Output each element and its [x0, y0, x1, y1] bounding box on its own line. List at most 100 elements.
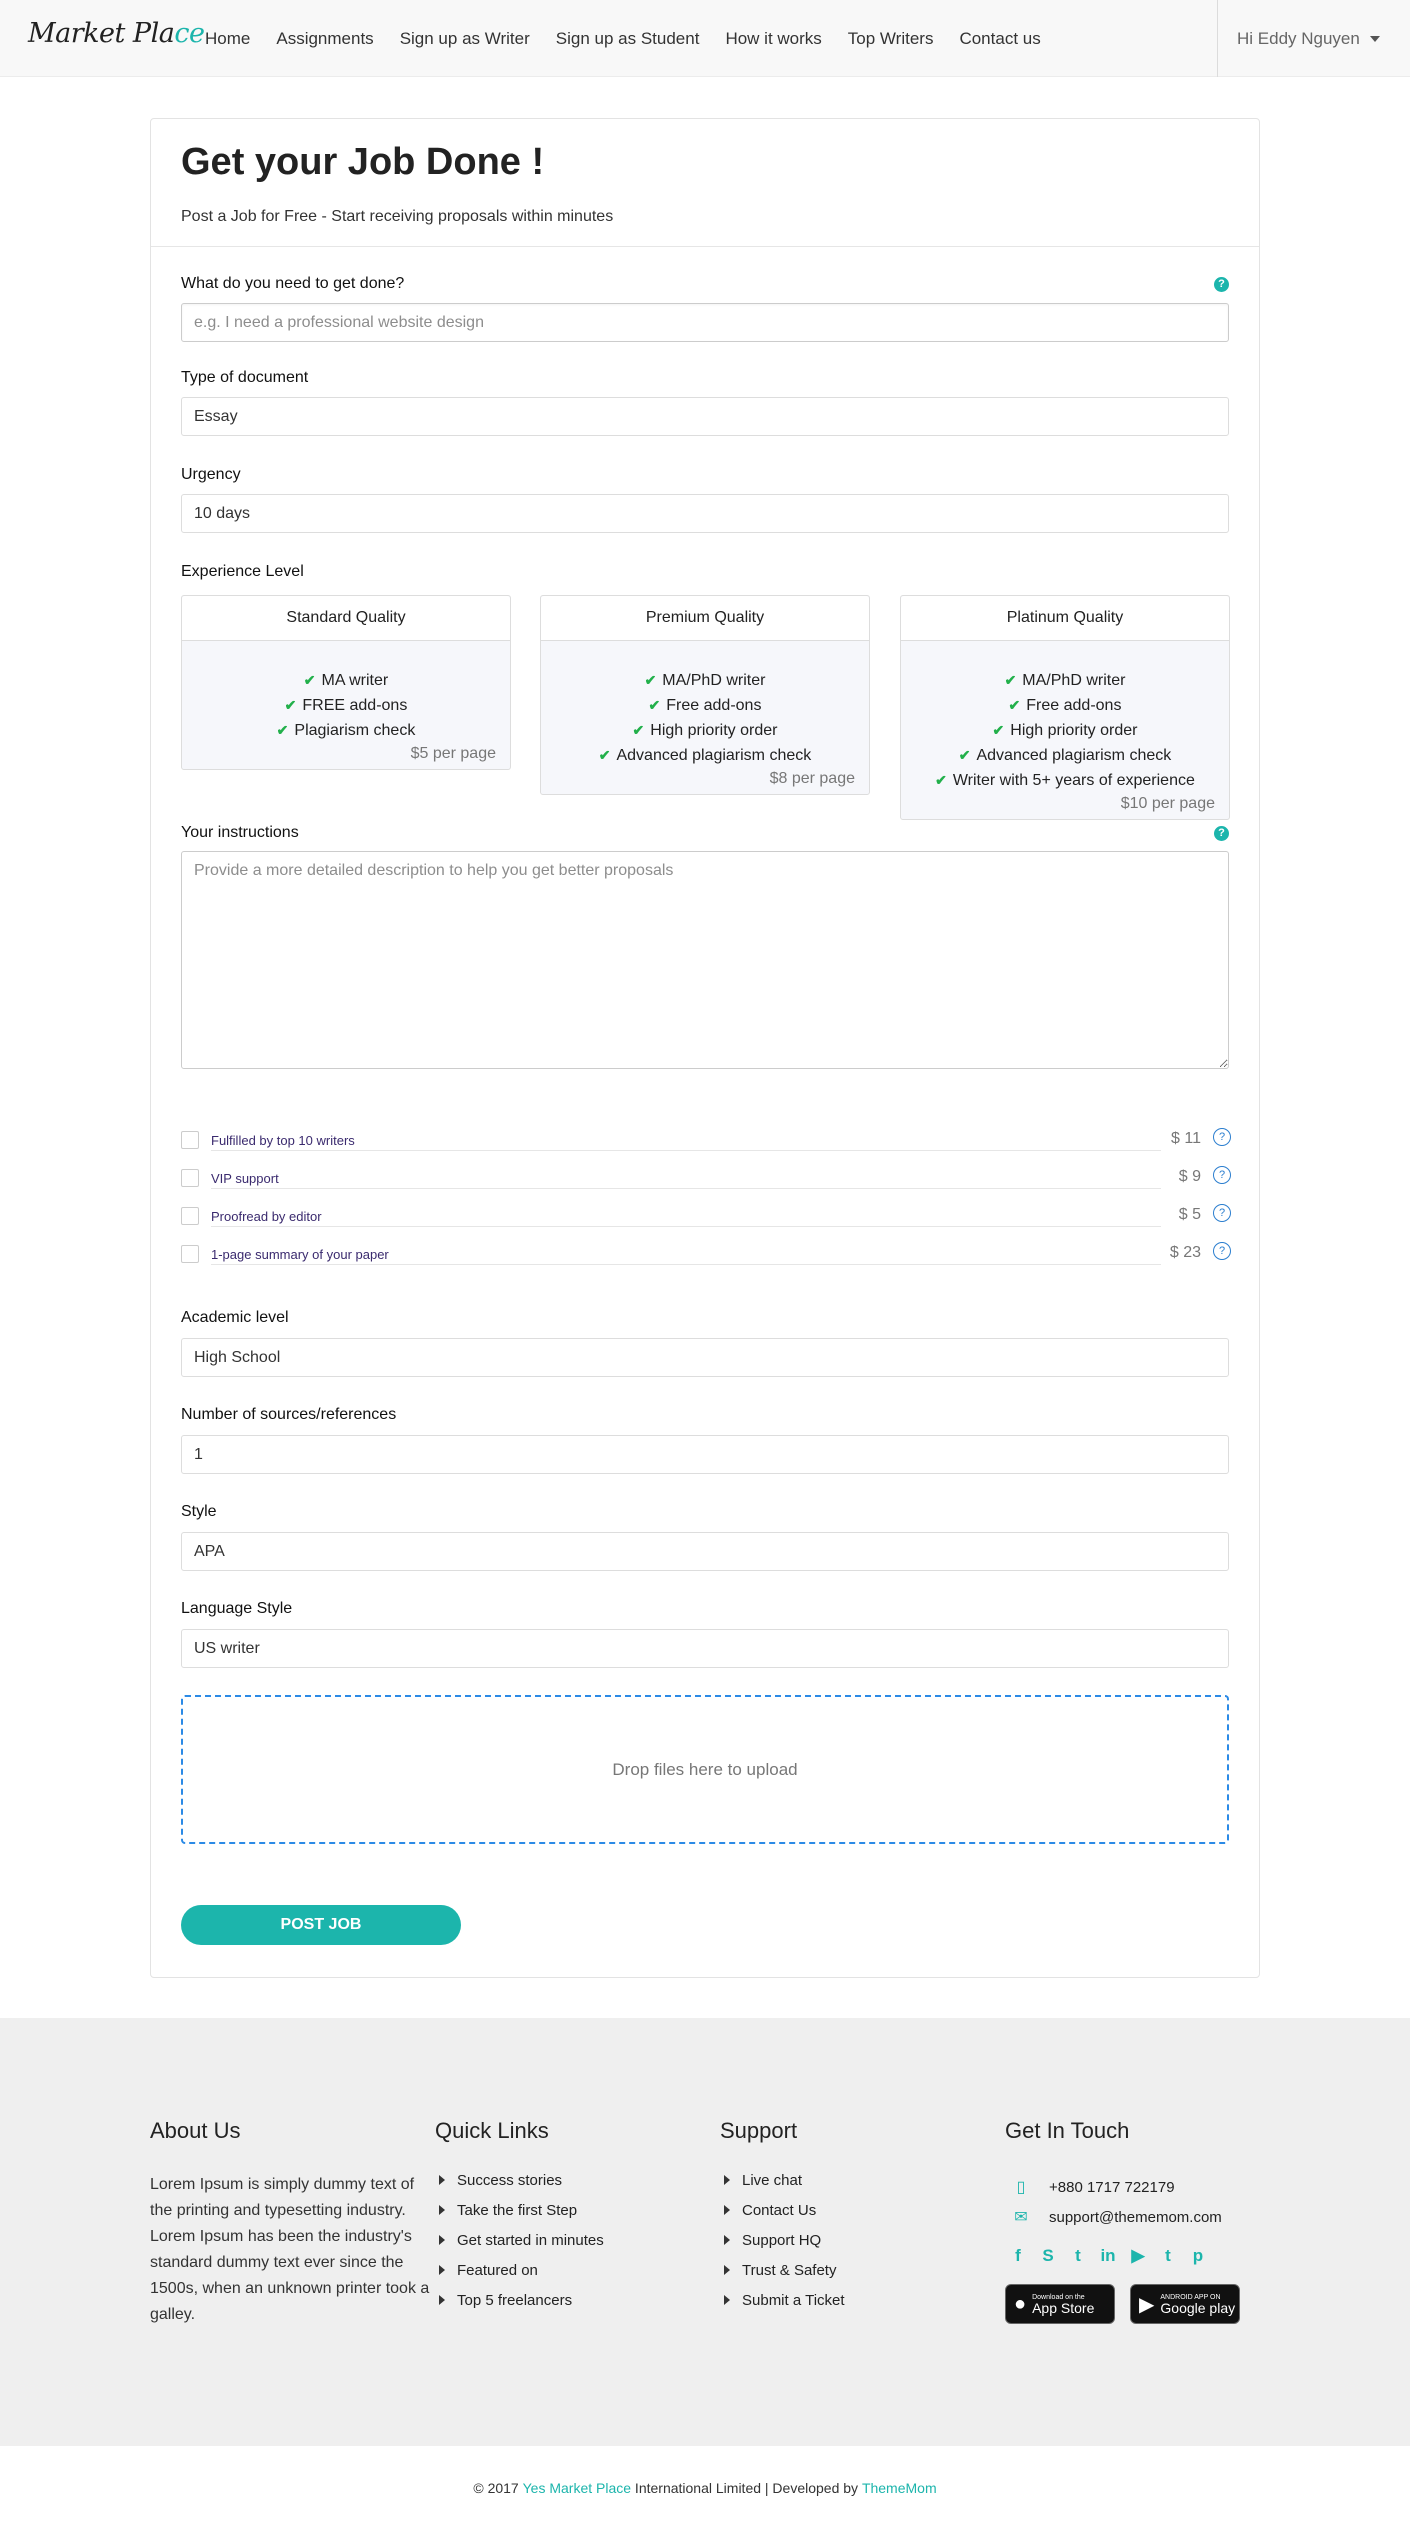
linkedin-icon[interactable]: in [1099, 2246, 1117, 2266]
app-store-badge[interactable]: ● Download on the App Store [1005, 2284, 1115, 2324]
check-icon: ✔ [958, 747, 971, 763]
check-icon: ✔ [935, 772, 947, 788]
quality-option-standard[interactable]: Standard Quality ✔ MA writer ✔ FREE add-on… [181, 595, 511, 770]
google-play-badge[interactable]: ▶ ANDROID APP ON Google play [1130, 2284, 1240, 2324]
copyright-dev-link[interactable]: ThemeMom [862, 2480, 937, 2496]
question-icon[interactable]: ? [1213, 1128, 1231, 1146]
addon-checkbox[interactable] [181, 1207, 199, 1225]
caret-right-icon [724, 2295, 730, 2305]
question-icon[interactable]: ? [1213, 1242, 1231, 1260]
file-dropzone[interactable]: Drop files here to upload [181, 1695, 1229, 1844]
job-title-input[interactable] [181, 303, 1229, 342]
addon-row: Proofread by editor $ 5 ? [181, 1203, 1231, 1227]
nav-how-it-works[interactable]: How it works [712, 29, 834, 49]
nav-home[interactable]: Home [192, 29, 263, 49]
caret-down-icon [1369, 35, 1380, 42]
nav-assignments[interactable]: Assignments [263, 29, 386, 49]
footer-link[interactable]: Take the first Step [435, 2202, 604, 2232]
copyright-brand-link[interactable]: Yes Market Place [523, 2480, 631, 2496]
nav-top-writers[interactable]: Top Writers [835, 29, 947, 49]
footer-contact-title: Get In Touch [1005, 2118, 1130, 2143]
addon-name: Fulfilled by top 10 writers [211, 1133, 363, 1148]
quality-feature: ✔ FREE add-ons [284, 697, 408, 714]
footer-link[interactable]: Submit a Ticket [720, 2292, 845, 2322]
quality-feature: ✔ Writer with 5+ years of experience [935, 772, 1195, 789]
footer-contact: Get In Touch ▯ +880 1717 722179 ✉ support@… [1005, 2118, 1240, 2324]
check-icon: ✔ [1008, 697, 1021, 713]
footer-link[interactable]: Support HQ [720, 2232, 845, 2262]
help-icon[interactable]: ? [1214, 826, 1229, 841]
caret-right-icon [439, 2295, 445, 2305]
addon-checkbox[interactable] [181, 1169, 199, 1187]
pinterest-icon[interactable]: p [1189, 2246, 1207, 2266]
user-menu[interactable]: Hi Eddy Nguyen [1217, 0, 1410, 77]
urgency-select[interactable]: 10 days [181, 494, 1229, 533]
check-icon: ✔ [303, 672, 316, 688]
footer-link[interactable]: Contact Us [720, 2202, 845, 2232]
footer-link[interactable]: Get started in minutes [435, 2232, 604, 2262]
instructions-label: Your instructions [181, 824, 299, 841]
quality-name: Premium Quality [541, 596, 869, 641]
user-greeting: Hi Eddy Nguyen [1237, 28, 1360, 48]
footer-link[interactable]: Featured on [435, 2262, 604, 2292]
language-style-label: Language Style [181, 1600, 293, 1617]
youtube-icon[interactable]: ▶ [1129, 2246, 1147, 2266]
addon-checkbox[interactable] [181, 1131, 199, 1149]
top-navbar: Market Place Home Assignments Sign up as… [0, 0, 1410, 77]
sources-select[interactable]: 1 [181, 1435, 1229, 1474]
footer-link[interactable]: Live chat [720, 2172, 845, 2202]
quality-price: $8 per page [769, 770, 855, 787]
quality-feature: ✔ Free add-ons [648, 697, 762, 714]
caret-right-icon [439, 2205, 445, 2215]
twitter-icon[interactable]: t [1069, 2246, 1087, 2266]
app-store-badges: ● Download on the App Store ▶ ANDROID APP… [1005, 2284, 1240, 2324]
quality-name: Standard Quality [182, 596, 510, 641]
skype-icon[interactable]: S [1039, 2246, 1057, 2266]
nav-signup-writer[interactable]: Sign up as Writer [387, 29, 543, 49]
quality-option-platinum[interactable]: Platinum Quality ✔ MA/PhD writer ✔ Free ad… [900, 595, 1230, 820]
quality-body: ✔ MA writer ✔ FREE add-ons ✔ Plagiarism che… [182, 641, 510, 769]
addon-price: $ 9 [1178, 1168, 1201, 1185]
apple-icon: ● [1014, 2292, 1027, 2315]
quality-feature: ✔ Plagiarism check [276, 722, 416, 739]
academic-level-select[interactable]: High School [181, 1338, 1229, 1377]
check-icon: ✔ [276, 722, 289, 738]
quality-option-premium[interactable]: Premium Quality ✔ MA/PhD writer ✔ Free add… [540, 595, 870, 795]
footer: About Us Lorem Ipsum is simply dummy tex… [0, 2018, 1410, 2446]
footer-link[interactable]: Top 5 freelancers [435, 2292, 604, 2322]
nav-signup-student[interactable]: Sign up as Student [543, 29, 713, 49]
check-icon: ✔ [648, 697, 661, 713]
facebook-icon[interactable]: f [1009, 2246, 1027, 2266]
site-logo[interactable]: Market Place [28, 18, 205, 49]
question-icon[interactable]: ? [1213, 1166, 1231, 1184]
post-job-button[interactable]: POST JOB [181, 1905, 461, 1945]
quality-feature: ✔ High priority order [632, 722, 778, 739]
page-title: Get your Job Done ! [181, 141, 545, 183]
footer-link[interactable]: Success stories [435, 2172, 604, 2202]
language-style-select[interactable]: US writer [181, 1629, 1229, 1668]
footer-link[interactable]: Trust & Safety [720, 2262, 845, 2292]
nav-contact[interactable]: Contact us [946, 29, 1053, 49]
sources-label: Number of sources/references [181, 1406, 397, 1423]
addon-divider [211, 1150, 1161, 1151]
caret-right-icon [724, 2265, 730, 2275]
academic-level-label: Academic level [181, 1309, 289, 1326]
copyright-prefix: © 2017 [473, 2479, 519, 2496]
copyright-middle: International Limited | Developed by [631, 2479, 862, 2496]
contact-email[interactable]: ✉ support@thememom.com [1005, 2202, 1240, 2232]
doc-type-select[interactable]: Essay [181, 397, 1229, 436]
quality-feature: ✔ MA writer [303, 672, 389, 689]
addon-price: $ 5 [1178, 1206, 1201, 1223]
help-icon[interactable]: ? [1214, 277, 1229, 292]
check-icon: ✔ [284, 697, 297, 713]
tumblr-icon[interactable]: t [1159, 2246, 1177, 2266]
play-icon: ▶ [1139, 2293, 1155, 2316]
question-icon[interactable]: ? [1213, 1204, 1231, 1222]
addon-checkbox[interactable] [181, 1245, 199, 1263]
addon-divider [211, 1188, 1161, 1189]
caret-right-icon [724, 2235, 730, 2245]
post-job-card: Get your Job Done ! Post a Job for Free … [150, 118, 1260, 1978]
instructions-textarea[interactable] [181, 851, 1229, 1069]
style-select[interactable]: APA [181, 1532, 1229, 1571]
footer-about-title: About Us [150, 2118, 241, 2143]
